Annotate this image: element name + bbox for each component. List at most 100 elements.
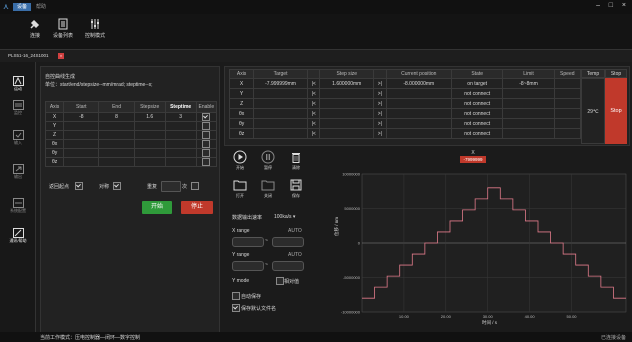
start-cell[interactable]: -8 [63,112,100,122]
start-cell[interactable] [63,157,100,167]
sidebar-item-output[interactable]: 输出 [0,164,36,180]
step-forward-button[interactable]: >| [373,78,387,89]
stepsize-cell[interactable] [133,139,166,149]
connect-button[interactable]: 连接 [20,18,50,39]
steptime-cell[interactable] [164,130,197,140]
enable-checkbox[interactable] [195,139,218,149]
maximize-button[interactable]: □ [609,2,613,9]
step-forward-button[interactable]: >| [373,118,387,129]
step-forward-button[interactable]: >| [373,88,387,99]
minimize-button[interactable]: – [596,2,600,9]
repeat-checkbox[interactable] [191,182,199,190]
end-cell[interactable] [98,157,135,167]
sidebar-label: 监控 [14,110,22,115]
stop-button[interactable]: 停止 [181,201,213,214]
target-input[interactable] [253,128,308,139]
sidebar-item-config[interactable]: 系统配置 [0,198,36,214]
step-back-button[interactable]: |< [306,98,321,109]
menu-device[interactable]: 设备 [13,3,32,11]
chart-start-button[interactable]: 开始 [230,150,250,171]
step-size-input[interactable] [319,108,375,119]
motion-icon [12,76,24,86]
start-button[interactable]: 开始 [142,201,172,214]
x-range-min-input[interactable] [232,237,264,247]
sidebar-item-comm[interactable]: 通讯/帮助 [0,228,36,244]
step-back-button[interactable]: |< [306,118,321,129]
menu-help[interactable]: 帮助 [32,3,50,11]
step-forward-button[interactable]: >| [373,98,387,109]
close-button[interactable]: × [622,2,626,9]
enable-checkbox[interactable] [195,148,218,158]
chart-close-button[interactable]: 关闭 [258,178,278,199]
chart-open-button[interactable]: 打开 [230,178,250,199]
step-forward-button[interactable]: >| [373,108,387,119]
start-cell[interactable] [63,130,100,140]
repeat-input[interactable] [161,181,181,192]
stepsize-cell[interactable] [133,148,166,158]
sidebar-item-monitor[interactable]: 监控 [0,100,36,116]
chart-pause-button[interactable]: 暂停 [258,150,278,171]
stepsize-cell[interactable] [133,130,166,140]
rate-label: 数据输出速率 [232,215,263,221]
start-cell[interactable] [63,121,100,131]
device-list-button[interactable]: 设备列表 [48,18,78,39]
limit-cell: -8~8mm [502,78,555,89]
target-input[interactable] [253,118,308,129]
steptime-cell[interactable]: 3 [164,112,197,122]
y-range-auto[interactable]: AUTO [288,252,302,258]
enable-checkbox[interactable] [195,130,218,140]
end-cell[interactable] [98,139,135,149]
chart-clear-button[interactable]: 清除 [286,150,306,171]
end-cell[interactable] [98,148,135,158]
device-tab[interactable]: PLS51-16_24S1001 [8,53,49,58]
sidebar-item-motion[interactable]: 运动 [0,76,36,92]
step-size-input[interactable] [319,128,375,139]
stepsize-cell[interactable]: 1.6 [133,112,166,122]
save-default-checkbox[interactable] [232,304,240,312]
stepsize-cell[interactable] [133,121,166,131]
step-size-input[interactable] [319,88,375,99]
device-tab-close-icon[interactable]: × [58,53,64,59]
step-back-button[interactable]: |< [306,128,321,139]
return-origin-checkbox[interactable] [75,182,83,190]
end-cell[interactable] [98,121,135,131]
th-enable: Enable [195,101,218,113]
target-input[interactable] [253,108,308,119]
start-cell[interactable] [63,148,100,158]
step-back-button[interactable]: |< [306,108,321,119]
relative-checkbox[interactable] [276,277,284,285]
rate-select[interactable]: 100ka/s ▾ [274,214,295,220]
start-cell[interactable] [63,139,100,149]
auto-save-checkbox[interactable] [232,292,240,300]
x-range-max-input[interactable] [272,237,304,247]
steptime-cell[interactable] [164,121,197,131]
stepsize-cell[interactable] [133,157,166,167]
axis-stop-button[interactable]: Stop [605,78,627,144]
step-forward-button[interactable]: >| [373,128,387,139]
steptime-cell[interactable] [164,148,197,158]
sidebar-item-input[interactable]: 输入 [0,130,36,146]
step-size-input[interactable]: 1.600000mm [319,78,375,89]
enable-checkbox[interactable] [195,112,218,122]
chart-save-button[interactable]: 保存 [286,178,306,199]
chart-start-label: 开始 [236,165,244,170]
end-cell[interactable] [98,130,135,140]
target-input[interactable]: -7.999999mm [253,78,308,89]
y-range-max-input[interactable] [272,261,304,271]
enable-checkbox[interactable] [195,157,218,167]
step-size-input[interactable] [319,98,375,109]
repeat-unit: 次 [182,184,188,190]
target-input[interactable] [253,98,308,109]
steptime-cell[interactable] [164,157,197,167]
step-back-button[interactable]: |< [306,88,321,99]
steptime-cell[interactable] [164,139,197,149]
y-range-min-input[interactable] [232,261,264,271]
enable-checkbox[interactable] [195,121,218,131]
target-input[interactable] [253,88,308,99]
control-mode-button[interactable]: 控制模式 [80,18,110,39]
x-range-auto[interactable]: AUTO [288,228,302,234]
step-size-input[interactable] [319,118,375,129]
reverse-checkbox[interactable] [113,182,121,190]
step-back-button[interactable]: |< [306,78,321,89]
end-cell[interactable]: 8 [98,112,135,122]
